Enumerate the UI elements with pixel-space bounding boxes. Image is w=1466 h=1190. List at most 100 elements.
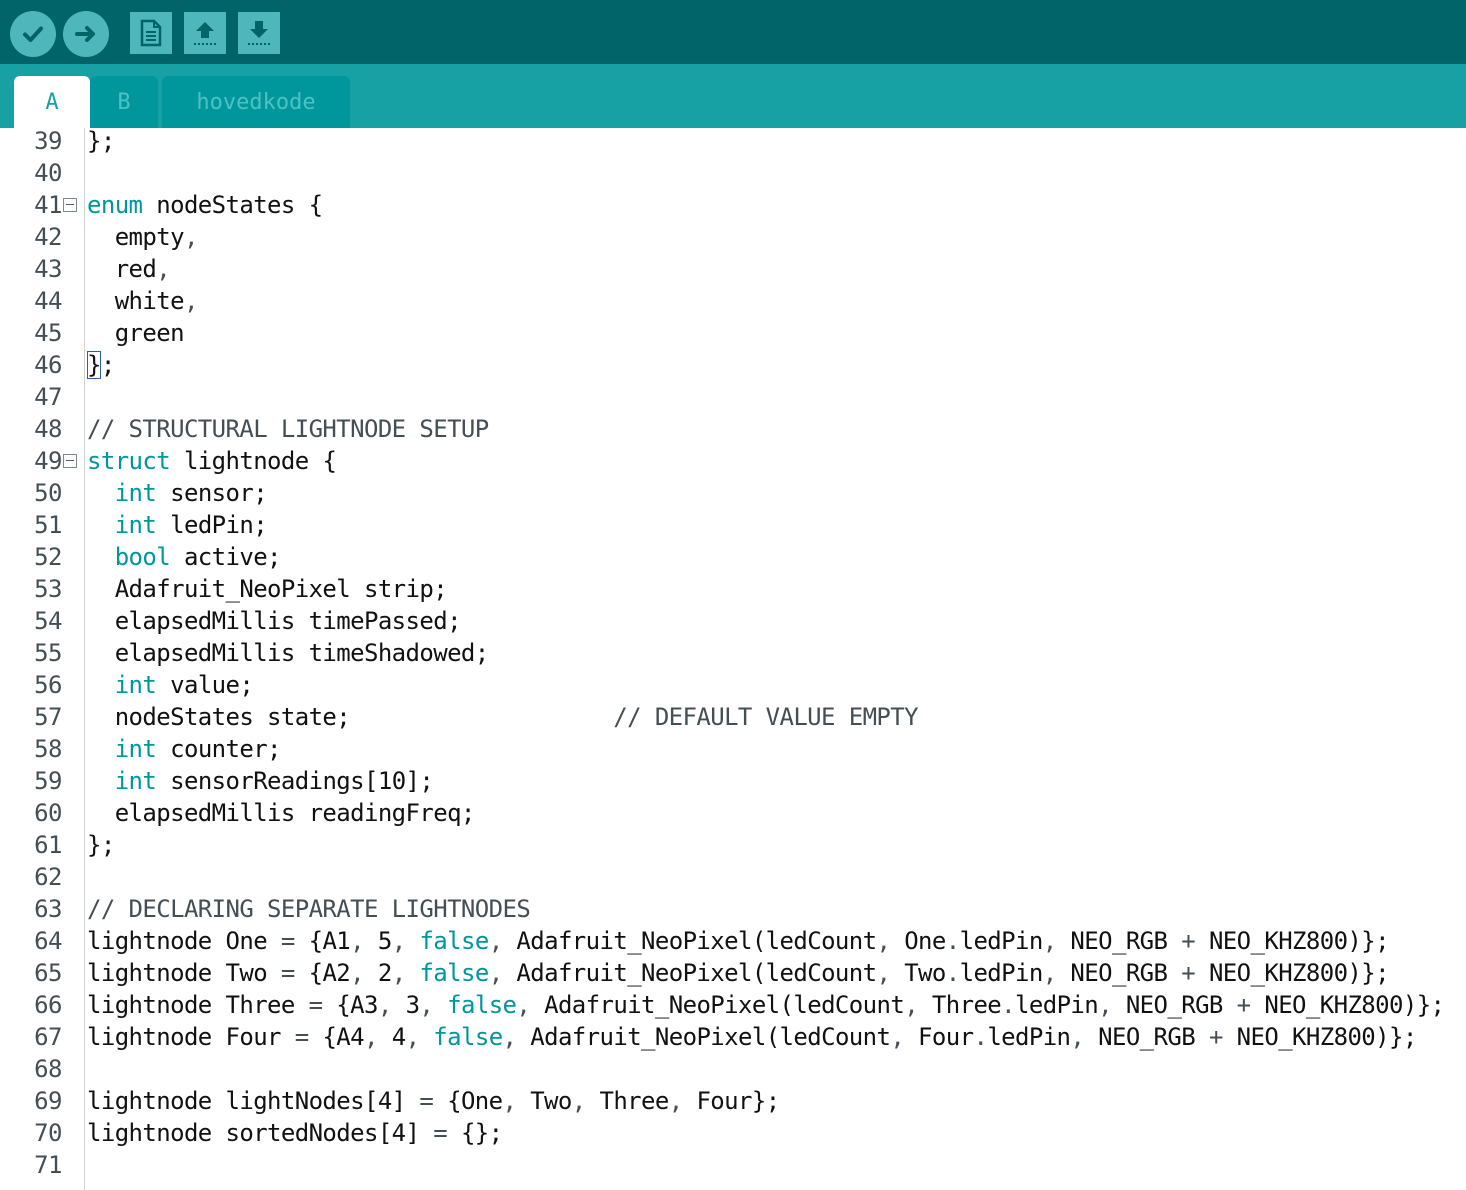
fold-toggle-icon[interactable] — [63, 454, 77, 468]
code-line[interactable]: 70 lightnode sortedNodes[4] = {}; — [0, 1117, 1466, 1149]
operator-token: , — [364, 1023, 378, 1051]
code-text[interactable]: }; — [87, 829, 115, 861]
code-editor[interactable]: 39}; 40 41 enum nodeStates {42 empty, 43 red… — [0, 128, 1466, 1190]
comment-token: // DECLARING SEPARATE LIGHTNODES — [87, 895, 531, 923]
code-text[interactable]: int sensor; — [87, 477, 268, 509]
code-line[interactable]: 71 — [0, 1149, 1466, 1181]
operator-token: = — [280, 959, 295, 987]
code-line[interactable]: 45 green — [0, 317, 1466, 349]
code-token: Four}; — [682, 1087, 780, 1115]
code-line[interactable]: 57 nodeStates state; // DEFAULT VALUE EM… — [0, 701, 1466, 733]
code-line[interactable]: 51 int ledPin; — [0, 509, 1466, 541]
code-text[interactable]: elapsedMillis readingFreq; — [87, 797, 476, 829]
operator-token: , — [904, 991, 919, 1019]
code-line[interactable]: 54 elapsedMillis timePassed; — [0, 605, 1466, 637]
code-text[interactable]: elapsedMillis timePassed; — [87, 605, 462, 637]
code-line[interactable]: 49 struct lightnode { — [0, 445, 1466, 477]
code-line[interactable]: 43 red, — [0, 253, 1466, 285]
code-token: value; — [156, 671, 254, 699]
code-text[interactable]: lightnode lightNodes[4] = {One, Two, Thr… — [87, 1085, 780, 1117]
code-text[interactable]: lightnode Four = {A4, 4, false, Adafruit… — [87, 1021, 1417, 1053]
matched-bracket: } — [87, 351, 101, 379]
code-text[interactable]: int value; — [87, 669, 254, 701]
code-line[interactable]: 44 white, — [0, 285, 1466, 317]
code-text[interactable]: empty, — [87, 221, 199, 253]
tab-hovedkode[interactable]: hovedkode — [162, 76, 350, 128]
operator-token: , — [1042, 959, 1057, 987]
save-button[interactable] — [238, 12, 280, 54]
code-text[interactable]: red, — [87, 253, 171, 285]
code-line[interactable]: 53 Adafruit_NeoPixel strip; — [0, 573, 1466, 605]
code-line[interactable]: 47 — [0, 381, 1466, 413]
code-text[interactable]: lightnode Three = {A3, 3, false, Adafrui… — [87, 989, 1445, 1021]
open-button[interactable] — [184, 12, 226, 54]
code-line[interactable]: 41 enum nodeStates { — [0, 189, 1466, 221]
code-line[interactable]: 50 int sensor; — [0, 477, 1466, 509]
code-token: {A1 — [294, 927, 351, 955]
code-line[interactable]: 59 int sensorReadings[10]; — [0, 765, 1466, 797]
code-line[interactable]: 58 int counter; — [0, 733, 1466, 765]
new-button[interactable] — [130, 12, 172, 54]
operator-token: , — [391, 927, 406, 955]
code-line[interactable]: 52 bool active; — [0, 541, 1466, 573]
new-document-icon — [140, 19, 162, 47]
code-line[interactable]: 40 — [0, 157, 1466, 189]
code-line[interactable]: 42 empty, — [0, 221, 1466, 253]
code-line[interactable]: 63 // DECLARING SEPARATE LIGHTNODES — [0, 893, 1466, 925]
fold-toggle-icon[interactable] — [63, 198, 77, 212]
code-text[interactable]: bool active; — [87, 541, 282, 573]
code-text[interactable]: lightnode Two = {A2, 2, false, Adafruit_… — [87, 957, 1390, 989]
code-text[interactable]: elapsedMillis timeShadowed; — [87, 637, 490, 669]
code-token: {A3 — [322, 991, 378, 1019]
line-number: 45 — [34, 319, 62, 347]
code-text[interactable]: white, — [87, 285, 199, 317]
code-text[interactable]: int sensorReadings[10]; — [87, 765, 434, 797]
code-text[interactable]: nodeStates state; // DEFAULT VALUE EMPTY — [87, 701, 919, 733]
tab-a[interactable]: A — [14, 76, 90, 128]
line-number: 55 — [34, 639, 62, 667]
code-token: ledPin — [1015, 991, 1099, 1019]
code-text[interactable]: enum nodeStates { — [87, 189, 323, 221]
keyword-token: false — [419, 959, 489, 987]
code-line[interactable]: 39}; — [0, 128, 1466, 157]
code-text[interactable]: }; — [87, 349, 115, 381]
code-text[interactable]: int ledPin; — [87, 509, 268, 541]
checkmark-icon — [23, 26, 43, 42]
code-token: nodeStates { — [142, 191, 323, 219]
code-text[interactable]: lightnode sortedNodes[4] = {}; — [87, 1117, 503, 1149]
code-line[interactable]: 60 elapsedMillis readingFreq; — [0, 797, 1466, 829]
tab-b[interactable]: B — [90, 76, 158, 128]
code-line[interactable]: 48 // STRUCTURAL LIGHTNODE SETUP — [0, 413, 1466, 445]
arrow-up-icon — [194, 22, 216, 45]
code-text[interactable]: green — [87, 317, 185, 349]
code-line[interactable]: 69 lightnode lightNodes[4] = {One, Two, T… — [0, 1085, 1466, 1117]
verify-button[interactable] — [10, 11, 56, 57]
keyword-token: false — [419, 927, 489, 955]
code-token: lightnode Four — [87, 1023, 295, 1051]
code-line[interactable]: 46}; — [0, 349, 1466, 381]
operator-token: , — [876, 959, 891, 987]
code-line[interactable]: 67 lightnode Four = {A4, 4, false, Adafru… — [0, 1021, 1466, 1053]
code-text[interactable]: int counter; — [87, 733, 282, 765]
upload-button[interactable] — [63, 11, 109, 57]
code-text[interactable]: // STRUCTURAL LIGHTNODE SETUP — [87, 413, 489, 445]
code-text[interactable]: lightnode One = {A1, 5, false, Adafruit_… — [87, 925, 1390, 957]
code-line[interactable]: 65 lightnode Two = {A2, 2, false, Adafrui… — [0, 957, 1466, 989]
code-line[interactable]: 56 int value; — [0, 669, 1466, 701]
code-text[interactable]: }; — [87, 128, 115, 157]
code-token: white — [87, 287, 185, 315]
code-text[interactable]: Adafruit_NeoPixel strip; — [87, 573, 448, 605]
code-text[interactable]: // DECLARING SEPARATE LIGHTNODES — [87, 893, 531, 925]
code-line[interactable]: 64 lightnode One = {A1, 5, false, Adafrui… — [0, 925, 1466, 957]
code-line[interactable]: 61}; — [0, 829, 1466, 861]
code-token: ledPin — [959, 959, 1044, 987]
line-number: 51 — [34, 511, 62, 539]
line-number: 54 — [34, 607, 62, 635]
code-line[interactable]: 68 — [0, 1053, 1466, 1085]
code-line[interactable]: 62 — [0, 861, 1466, 893]
operator-token: , — [419, 991, 434, 1019]
code-token: 5 — [364, 927, 392, 955]
code-line[interactable]: 66 lightnode Three = {A3, 3, false, Adafr… — [0, 989, 1466, 1021]
code-text[interactable]: struct lightnode { — [87, 445, 337, 477]
code-line[interactable]: 55 elapsedMillis timeShadowed; — [0, 637, 1466, 669]
